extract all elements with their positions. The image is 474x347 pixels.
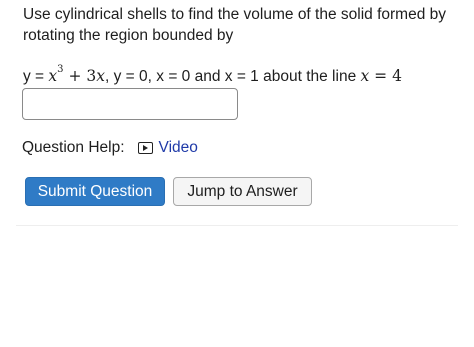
play-video-icon — [137, 142, 153, 154]
video-link-label: Video — [158, 139, 198, 156]
equation-x-var2: x — [96, 67, 105, 86]
question-help-label: Question Help: — [22, 139, 125, 156]
equation-math: x3 + 3x — [48, 64, 105, 86]
divider — [16, 225, 458, 226]
equation-line-var: x — [360, 67, 370, 86]
jump-to-answer-button[interactable]: Jump to Answer — [173, 177, 312, 206]
answer-input[interactable] — [22, 88, 238, 120]
submit-question-label: Submit Question — [37, 182, 153, 200]
video-link[interactable]: Video — [137, 139, 198, 157]
equation-line-math: x = 4 — [361, 67, 402, 85]
equation-y-label: y = — [23, 68, 49, 86]
equation-conditions: , y = 0, x = 0 and x = 1 about the line — [105, 68, 361, 86]
equation-line-value: = 4 — [369, 67, 402, 86]
jump-to-answer-label: Jump to Answer — [187, 182, 298, 200]
submit-question-button[interactable]: Submit Question — [25, 177, 165, 206]
question-help: Question Help: Video — [22, 137, 198, 159]
equation-exponent: 3 — [57, 64, 64, 75]
equation-plus-term: + 3 — [63, 67, 97, 86]
equation-x-var: x — [48, 67, 58, 86]
question-prompt: Use cylindrical shells to find the volum… — [23, 6, 447, 44]
question-equation: y = x3 + 3x, y = 0, x = 0 and x = 1 abou… — [23, 62, 402, 88]
